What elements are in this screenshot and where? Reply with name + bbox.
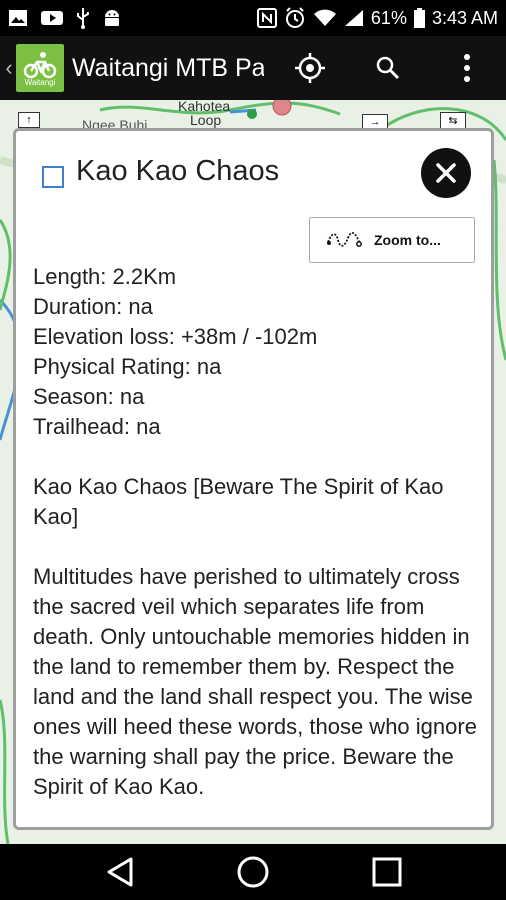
screen: 61% 3:43 AM ‹ Waitangi Waitangi MTB Pa K… [0,0,506,900]
search-button[interactable] [358,36,418,100]
zoom-to-button[interactable]: Zoom to... [309,217,475,263]
recents-square-icon [372,857,402,887]
dialog-body: Length: 2.2Km Duration: na Elevation los… [33,262,483,802]
detail-physical-rating: Physical Rating: na [33,354,222,379]
wifi-icon [313,9,336,26]
search-icon [376,56,400,80]
trail-checkbox[interactable] [42,166,64,188]
map-sign-icon: ↑ [18,112,40,128]
image-notification-icon [9,10,27,26]
app-logo[interactable]: Waitangi [16,44,64,92]
battery-percent: 61% [370,7,407,28]
trail-description: Multitudes have perished to ultimately c… [33,564,477,799]
crosshair-icon [295,53,325,83]
status-bar: 61% 3:43 AM [0,0,506,36]
action-bar: ‹ Waitangi Waitangi MTB Pa [0,36,506,100]
logo-text: Waitangi [24,77,56,87]
usb-icon [77,8,89,29]
locate-button[interactable] [280,36,340,100]
map-label: Loop [190,112,222,128]
home-circle-icon [237,856,269,888]
back-triangle-icon [107,857,133,887]
status-right-icons: 61% 3:43 AM [256,7,498,29]
navigation-bar [0,844,506,900]
zoom-to-label: Zoom to... [374,232,441,248]
nav-home-button[interactable] [218,844,288,900]
status-time: 3:43 AM [431,7,498,28]
trail-subtitle: Kao Kao Chaos [Beware The Spirit of Kao … [33,474,444,529]
cyclist-icon [23,51,57,78]
detail-length: Length: 2.2Km [33,264,177,289]
nav-recents-button[interactable] [352,844,422,900]
detail-season: Season: na [33,384,145,409]
back-chevron-icon[interactable]: ‹ [2,55,16,81]
detail-duration: Duration: na [33,294,153,319]
close-button[interactable] [421,148,471,198]
nav-back-button[interactable] [85,844,155,900]
signal-icon [344,10,363,26]
overflow-menu-button[interactable] [437,36,497,100]
alarm-icon [285,7,304,28]
close-icon [436,163,456,183]
youtube-notification-icon [41,11,63,25]
battery-icon [413,8,425,28]
app-title: Waitangi MTB Pa [72,53,264,82]
nfc-icon [256,8,277,28]
dialog-title: Kao Kao Chaos [76,155,280,187]
android-debug-icon [105,10,119,26]
detail-elevation: Elevation loss: +38m / -102m [33,324,318,349]
status-left-icons [8,7,122,29]
trail-route-icon [327,231,362,247]
more-vertical-icon [464,54,470,82]
detail-trailhead: Trailhead: na [33,414,161,439]
trail-info-dialog: Kao Kao Chaos Zoom to... Length: 2.2Km D… [13,128,494,830]
